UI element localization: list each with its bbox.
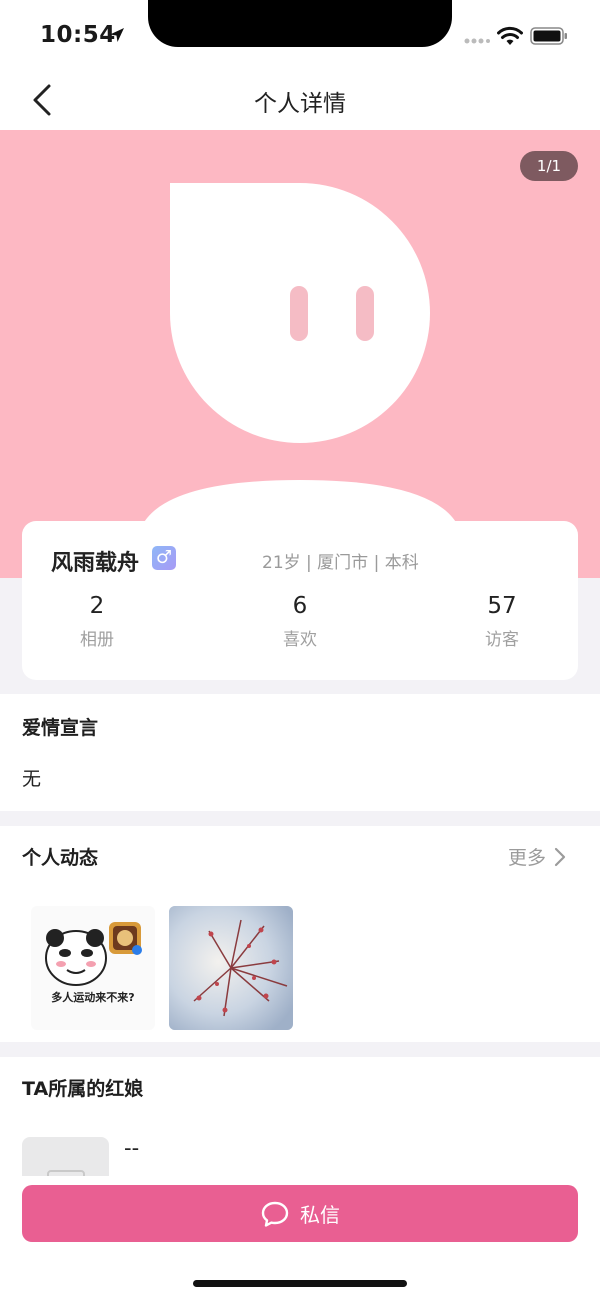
- chevron-right-icon: [554, 847, 566, 866]
- home-indicator: [193, 1280, 407, 1287]
- love-declaration-title: 爱情宣言: [22, 717, 99, 739]
- stat-label: 相册: [80, 630, 114, 650]
- matchmaker-title: TA所属的红娘: [22, 1078, 144, 1100]
- status-time: 10:54: [40, 22, 116, 48]
- battery-icon: [530, 27, 567, 45]
- status-bar: 10:54: [0, 0, 600, 70]
- moment-thumbnail[interactable]: 多人运动来不来?: [31, 906, 155, 1030]
- user-basic-info: 21岁 | 厦门市 | 本科: [262, 553, 419, 573]
- more-label: 更多: [508, 847, 547, 869]
- stat-label: 喜欢: [283, 630, 317, 650]
- stat-label: 访客: [485, 630, 519, 650]
- male-gender-icon: ♂: [152, 546, 176, 570]
- photo-counter: 1/1: [520, 151, 578, 181]
- panda-meme-image: [45, 922, 142, 986]
- private-message-button[interactable]: 私信: [22, 1185, 578, 1242]
- location-arrow-icon: [110, 28, 124, 42]
- wifi-icon: [497, 26, 523, 45]
- default-avatar-icon: [140, 183, 460, 578]
- moment-thumbnail[interactable]: [169, 906, 293, 1030]
- stat-value: 2: [89, 593, 105, 619]
- notch: [148, 0, 452, 47]
- stat-albums[interactable]: 2 相册: [37, 593, 157, 650]
- section-divider: [0, 1042, 600, 1057]
- signal-icon: [464, 38, 490, 44]
- matchmaker-name: --: [124, 1136, 140, 1160]
- thumbnail-caption: 多人运动来不来?: [51, 991, 135, 1004]
- love-declaration-text: 无: [22, 768, 42, 790]
- page-title: 个人详情: [254, 91, 346, 117]
- profile-card: 风雨载舟 ♂ 21岁 | 厦门市 | 本科 2 相册 6 喜欢 57 访客: [22, 521, 578, 680]
- nav-bar: 个人详情: [0, 70, 600, 130]
- stat-visitors[interactable]: 57 访客: [442, 593, 562, 650]
- private-message-label: 私信: [300, 1203, 340, 1227]
- screen: 10:54 个人详情 1/1 风雨载舟 ♂ 21岁 | 厦门市 | 本科 2 相…: [0, 0, 600, 1299]
- stat-value: 57: [487, 593, 517, 619]
- moments-more-link[interactable]: 更多: [508, 843, 566, 870]
- user-name: 风雨载舟: [51, 551, 140, 576]
- chat-bubble-icon: [261, 1201, 289, 1227]
- flower-photo-image: [169, 906, 293, 1030]
- stat-value: 6: [292, 593, 308, 619]
- profile-photo-banner[interactable]: 1/1: [0, 130, 600, 578]
- stat-likes[interactable]: 6 喜欢: [240, 593, 360, 650]
- section-divider: [0, 811, 600, 826]
- love-declaration-section: [0, 694, 600, 811]
- moments-title: 个人动态: [22, 847, 99, 869]
